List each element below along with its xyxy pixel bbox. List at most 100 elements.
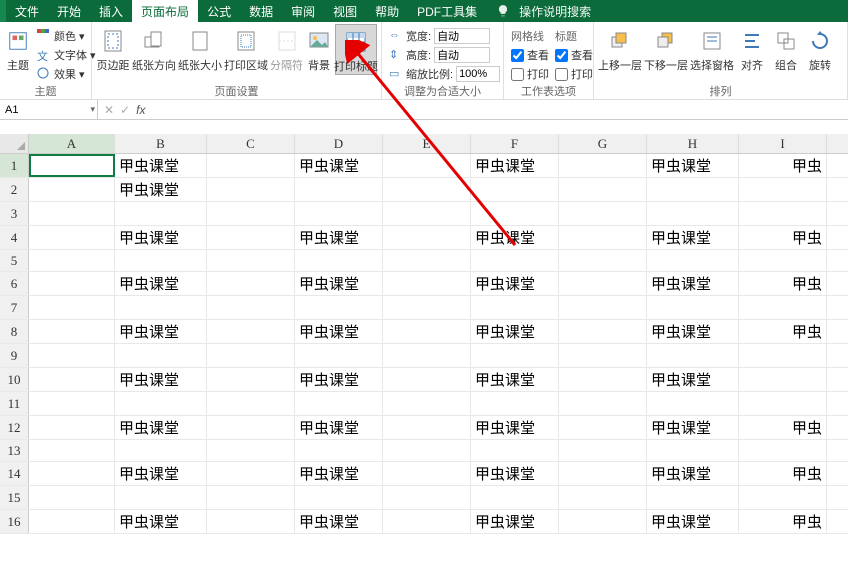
cell-A14[interactable] [29, 462, 115, 485]
cell-D13[interactable] [295, 440, 383, 461]
cell-B14[interactable]: 甲虫课堂 [115, 462, 207, 485]
cell-E1[interactable] [383, 154, 471, 177]
cell-I14[interactable]: 甲虫 [739, 462, 827, 485]
cell-A3[interactable] [29, 202, 115, 225]
height-row[interactable]: ⇕高度: [386, 46, 503, 64]
cell-D3[interactable] [295, 202, 383, 225]
cell-B8[interactable]: 甲虫课堂 [115, 320, 207, 343]
cell-A6[interactable] [29, 272, 115, 295]
cell-G7[interactable] [559, 296, 647, 319]
cell-C12[interactable] [207, 416, 295, 439]
row-header-5[interactable]: 5 [0, 250, 29, 271]
cell-B11[interactable] [115, 392, 207, 415]
cell-H1[interactable]: 甲虫课堂 [647, 154, 739, 177]
cell-D5[interactable] [295, 250, 383, 271]
tab-开始[interactable]: 开始 [48, 0, 90, 22]
cell-C2[interactable] [207, 178, 295, 201]
cell-I9[interactable] [739, 344, 827, 367]
cell-C14[interactable] [207, 462, 295, 485]
cell-G10[interactable] [559, 368, 647, 391]
cell-G12[interactable] [559, 416, 647, 439]
cell-B1[interactable]: 甲虫课堂 [115, 154, 207, 177]
orientation-button[interactable]: 纸张方向 [132, 24, 176, 73]
cell-G16[interactable] [559, 510, 647, 533]
row-header-16[interactable]: 16 [0, 510, 29, 533]
cell-E4[interactable] [383, 226, 471, 249]
scale-input[interactable] [456, 66, 500, 82]
cell-B7[interactable] [115, 296, 207, 319]
cell-B6[interactable]: 甲虫课堂 [115, 272, 207, 295]
row-header-2[interactable]: 2 [0, 178, 29, 201]
cell-H14[interactable]: 甲虫课堂 [647, 462, 739, 485]
tab-视图[interactable]: 视图 [324, 0, 366, 22]
cell-E16[interactable] [383, 510, 471, 533]
cell-B4[interactable]: 甲虫课堂 [115, 226, 207, 249]
select-all-corner[interactable] [0, 134, 29, 153]
cell-D15[interactable] [295, 486, 383, 509]
cell-E3[interactable] [383, 202, 471, 225]
cell-A15[interactable] [29, 486, 115, 509]
fonts-button[interactable]: 文文字体 ▾ [34, 46, 99, 64]
cell-F7[interactable] [471, 296, 559, 319]
cell-F5[interactable] [471, 250, 559, 271]
group-button[interactable]: 组合 [770, 24, 802, 73]
cell-B13[interactable] [115, 440, 207, 461]
cell-I6[interactable]: 甲虫 [739, 272, 827, 295]
cell-H5[interactable] [647, 250, 739, 271]
cell-F8[interactable]: 甲虫课堂 [471, 320, 559, 343]
cell-G2[interactable] [559, 178, 647, 201]
cell-I3[interactable] [739, 202, 827, 225]
cell-B10[interactable]: 甲虫课堂 [115, 368, 207, 391]
cell-D7[interactable] [295, 296, 383, 319]
cell-C4[interactable] [207, 226, 295, 249]
cell-E12[interactable] [383, 416, 471, 439]
print-area-button[interactable]: 打印区域 [224, 24, 268, 73]
cell-C13[interactable] [207, 440, 295, 461]
col-header-A[interactable]: A [29, 134, 115, 153]
cell-G15[interactable] [559, 486, 647, 509]
cell-F13[interactable] [471, 440, 559, 461]
cell-B2[interactable]: 甲虫课堂 [115, 178, 207, 201]
cell-E14[interactable] [383, 462, 471, 485]
effects-button[interactable]: 效果 ▾ [34, 65, 99, 83]
cell-H2[interactable] [647, 178, 739, 201]
cell-F10[interactable]: 甲虫课堂 [471, 368, 559, 391]
cell-G5[interactable] [559, 250, 647, 271]
cell-I11[interactable] [739, 392, 827, 415]
cell-H9[interactable] [647, 344, 739, 367]
row-header-8[interactable]: 8 [0, 320, 29, 343]
row-header-1[interactable]: 1 [0, 154, 29, 177]
cell-A1[interactable] [29, 154, 115, 177]
cell-B9[interactable] [115, 344, 207, 367]
send-backward-button[interactable]: 下移一层 [644, 24, 688, 73]
fx-confirm-icon[interactable]: ✓ [120, 103, 130, 117]
tell-me-search[interactable]: 操作说明搜索 [510, 0, 600, 22]
width-row[interactable]: ⇔宽度: [386, 27, 503, 45]
selection-pane-button[interactable]: 选择窗格 [690, 24, 734, 73]
cell-A8[interactable] [29, 320, 115, 343]
cell-H10[interactable]: 甲虫课堂 [647, 368, 739, 391]
scale-row[interactable]: ▭缩放比例: [386, 65, 503, 83]
name-box[interactable]: A1▾ [0, 100, 98, 119]
cell-H12[interactable]: 甲虫课堂 [647, 416, 739, 439]
cell-A5[interactable] [29, 250, 115, 271]
cell-A16[interactable] [29, 510, 115, 533]
headings-print-check[interactable]: 打印 [552, 65, 594, 83]
col-header-B[interactable]: B [115, 134, 207, 153]
cell-D11[interactable] [295, 392, 383, 415]
tab-帮助[interactable]: 帮助 [366, 0, 408, 22]
cell-C3[interactable] [207, 202, 295, 225]
cell-I1[interactable]: 甲虫 [739, 154, 827, 177]
row-header-4[interactable]: 4 [0, 226, 29, 249]
cell-C15[interactable] [207, 486, 295, 509]
cell-E10[interactable] [383, 368, 471, 391]
cell-F1[interactable]: 甲虫课堂 [471, 154, 559, 177]
cell-A10[interactable] [29, 368, 115, 391]
cell-H16[interactable]: 甲虫课堂 [647, 510, 739, 533]
headings-view-check[interactable]: 查看 [552, 46, 594, 64]
row-header-14[interactable]: 14 [0, 462, 29, 485]
col-header-I[interactable]: I [739, 134, 827, 153]
cell-F16[interactable]: 甲虫课堂 [471, 510, 559, 533]
cell-E15[interactable] [383, 486, 471, 509]
cell-C11[interactable] [207, 392, 295, 415]
